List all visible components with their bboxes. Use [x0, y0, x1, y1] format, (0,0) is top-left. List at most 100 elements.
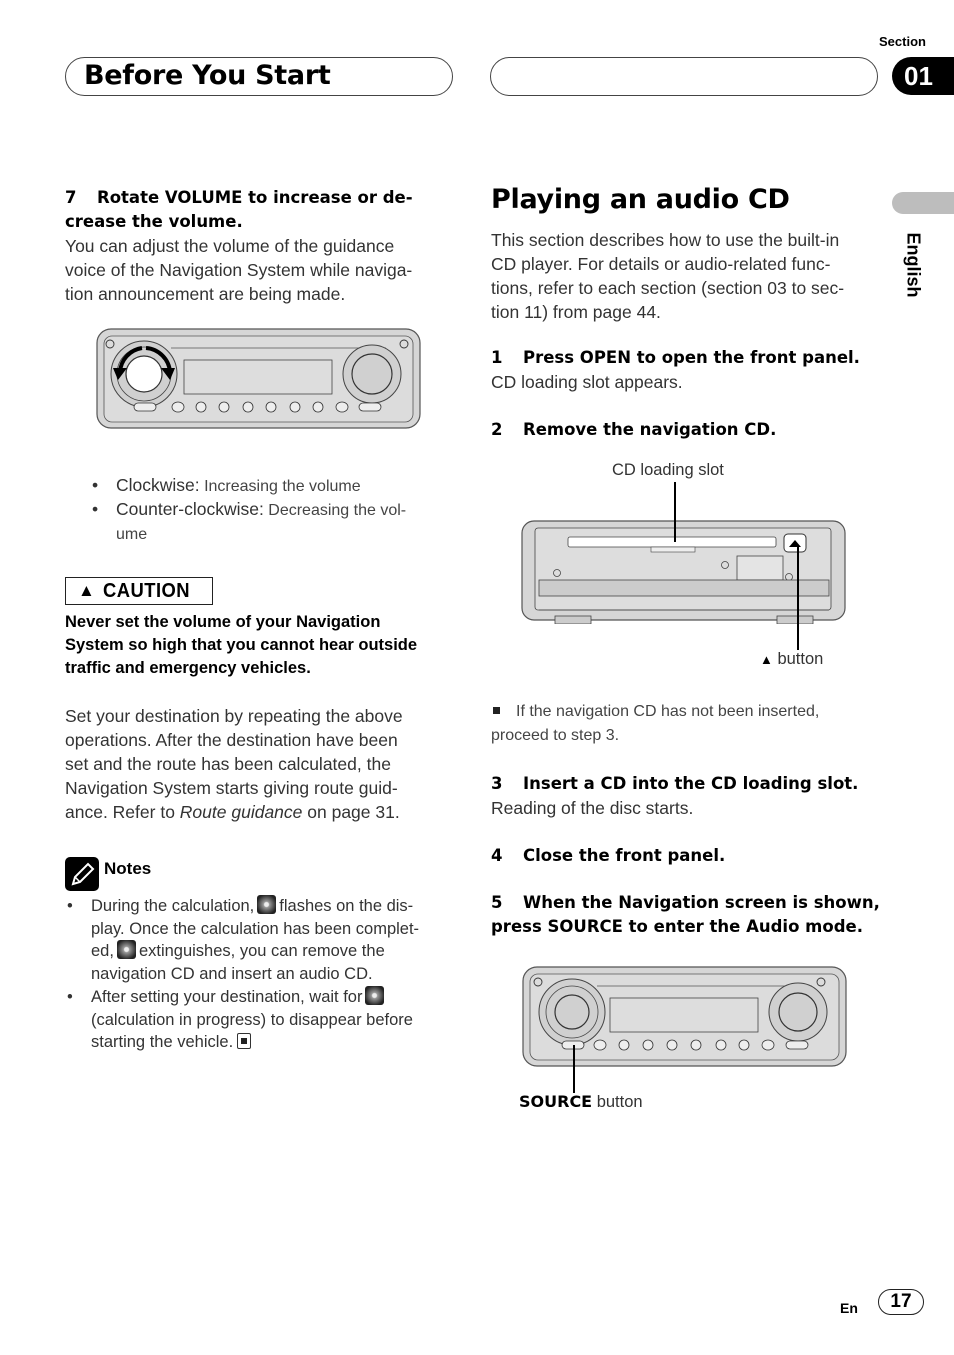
paragraph-line: Set your destination by repeating the ab… [65, 706, 403, 726]
step-7-title-l1: Rotate VOLUME to increase or de- [97, 188, 413, 207]
step-body: CD loading slot appears. [491, 372, 683, 392]
bullet-counter-clockwise: Counter-clockwise: Decreasing the vol-um… [90, 498, 450, 546]
step-heading: 2 Remove the navigation CD. [491, 418, 881, 442]
direction-bullets: Clockwise: Increasing the volume Counter… [90, 474, 450, 546]
step-number: 3 [491, 774, 503, 793]
paragraph-line: ance. Refer to Route guidance on page 31… [65, 800, 460, 824]
cd-slot-callout-line [674, 482, 676, 542]
calculation-disc-icon [257, 895, 277, 914]
step-7-body: You can adjust the volume of the guidanc… [65, 234, 455, 306]
paragraph-text: on page 31. [302, 802, 400, 822]
paragraph-line: operations. After the destination have b… [65, 730, 398, 750]
body-line: voice of the Navigation System while nav… [65, 260, 413, 280]
step-7-heading: 7 Rotate VOLUME to increase or de- crease… [65, 186, 455, 234]
eject-button-callout-label: ▲ button [760, 650, 823, 669]
route-guidance-reference: Route guidance [179, 802, 303, 822]
step-4: 4 Close the front panel. [491, 844, 881, 868]
note-item: During the calculation, flashes on the di… [65, 895, 460, 986]
body-line: tion announcement are being made. [65, 284, 346, 304]
intro-line: CD player. For details or audio-related … [491, 254, 831, 274]
step-number: 1 [491, 348, 503, 367]
step-heading: 5 When the Navigation screen is shown, pre… [491, 891, 891, 939]
step-number: 4 [491, 846, 503, 865]
step-5: 5 When the Navigation screen is shown, pre… [491, 891, 891, 939]
note-text: During the calculation, [91, 897, 255, 915]
calculation-disc-icon [116, 940, 136, 960]
step-heading: 3 Insert a CD into the CD loading slot. [491, 772, 881, 796]
intro-line: tions, refer to each section (section 03… [491, 278, 845, 298]
caution-line: System so high that you cannot hear outs… [65, 636, 418, 654]
step-number: 7 [65, 188, 77, 207]
bullet-text: Increasing the volume [199, 478, 361, 495]
language-label: English [903, 232, 924, 298]
step-heading: 4 Close the front panel. [491, 844, 881, 868]
step-body: Reading of the disc starts. [491, 798, 694, 818]
step-7: 7 Rotate VOLUME to increase or de- crease… [65, 186, 455, 306]
step-7-title-l2: crease the volume. [65, 212, 243, 231]
intro-line: This section describes how to use the bu… [491, 230, 840, 250]
bullet-label: Counter-clockwise: [116, 499, 264, 519]
pencil-icon [65, 857, 99, 891]
bullet-text: Decreasing the vol- [263, 502, 407, 519]
body-line: You can adjust the volume of the guidanc… [65, 236, 395, 256]
step-title: press SOURCE to enter the Audio mode. [491, 917, 863, 936]
step-heading: 1 Press OPEN to open the front panel. [491, 346, 881, 370]
source-callout-line [573, 1045, 575, 1093]
note-text: (calculation in progress) to disappear b… [91, 1010, 413, 1029]
cd-not-inserted-note: If the navigation CD has not been insert… [491, 700, 881, 748]
source-callout-bold: SOURCE [519, 1092, 593, 1111]
note-text: starting the vehicle. [91, 1033, 234, 1052]
language-code: En [840, 1300, 858, 1316]
note-text: proceed to step 3. [491, 727, 620, 744]
square-bullet-icon [493, 707, 500, 714]
section-label: Section [879, 34, 926, 49]
paragraph-line: set and the route has been calculated, t… [65, 754, 391, 774]
note-text: If the navigation CD has not been insert… [516, 703, 820, 720]
eject-icon: ▲ [760, 652, 773, 667]
step-3: 3 Insert a CD into the CD loading slot. R… [491, 772, 881, 820]
caution-text: Never set the volume of your Navigation … [65, 611, 460, 680]
calculation-disc-icon [365, 985, 385, 1005]
eject-callout-text: button [772, 650, 824, 668]
bullet-clockwise: Clockwise: Increasing the volume [90, 474, 450, 498]
notes-title: Notes [104, 859, 152, 878]
note-text: flashes on the dis- [279, 897, 414, 915]
warning-triangle-icon: ▲ [78, 581, 95, 600]
cd-slot-callout-label: CD loading slot [612, 461, 724, 479]
section-heading: Playing an audio CD [491, 184, 790, 215]
step-1: 1 Press OPEN to open the front panel. CD … [491, 346, 881, 394]
step-title: Press OPEN to open the front panel. [523, 348, 860, 367]
language-tab [892, 192, 954, 214]
step-title: When the Navigation screen is shown, [523, 893, 880, 912]
intro-paragraph: This section describes how to use the bu… [491, 228, 881, 324]
caution-line: traffic and emergency vehicles. [65, 659, 311, 677]
caution-line: Never set the volume of your Navigation [65, 613, 381, 631]
caution-box: ▲ CAUTION [65, 577, 213, 605]
note-item: After setting your destination, wait for… [65, 985, 460, 1054]
page-number: 17 [878, 1289, 924, 1315]
paragraph-line: Navigation System starts giving route gu… [65, 778, 398, 798]
note-text: navigation CD and insert an audio CD. [91, 965, 373, 984]
bullet-text-cont: ume [116, 526, 148, 543]
header-blank-pill [490, 57, 878, 96]
step-title: Close the front panel. [523, 846, 726, 865]
note-text: extinguishes, you can remove the [138, 942, 385, 961]
paragraph-text: ance. Refer to [65, 802, 180, 822]
destination-paragraph: Set your destination by repeating the ab… [65, 704, 460, 824]
caution-label: CAUTION [102, 579, 190, 602]
section-number-badge: 01 [892, 57, 954, 95]
note-text: After setting your destination, wait for [91, 987, 363, 1006]
head-unit-volume-figure [96, 328, 421, 429]
page-title: Before You Start [84, 60, 331, 91]
notes-list: During the calculation, flashes on the di… [65, 895, 460, 1054]
note-line: If the navigation CD has not been insert… [491, 700, 881, 724]
source-button-callout-label: SOURCE button [519, 1092, 643, 1112]
note-text: play. Once the calculation has been comp… [91, 919, 420, 938]
bullet-label: Clockwise: [116, 475, 200, 495]
step-title: Insert a CD into the CD loading slot. [523, 774, 859, 793]
intro-line: tion 11) from page 44. [491, 302, 661, 322]
step-number: 5 [491, 893, 503, 912]
source-callout-text: button [592, 1093, 643, 1111]
head-unit-source-figure [522, 966, 847, 1067]
end-of-section-icon [237, 1033, 252, 1050]
